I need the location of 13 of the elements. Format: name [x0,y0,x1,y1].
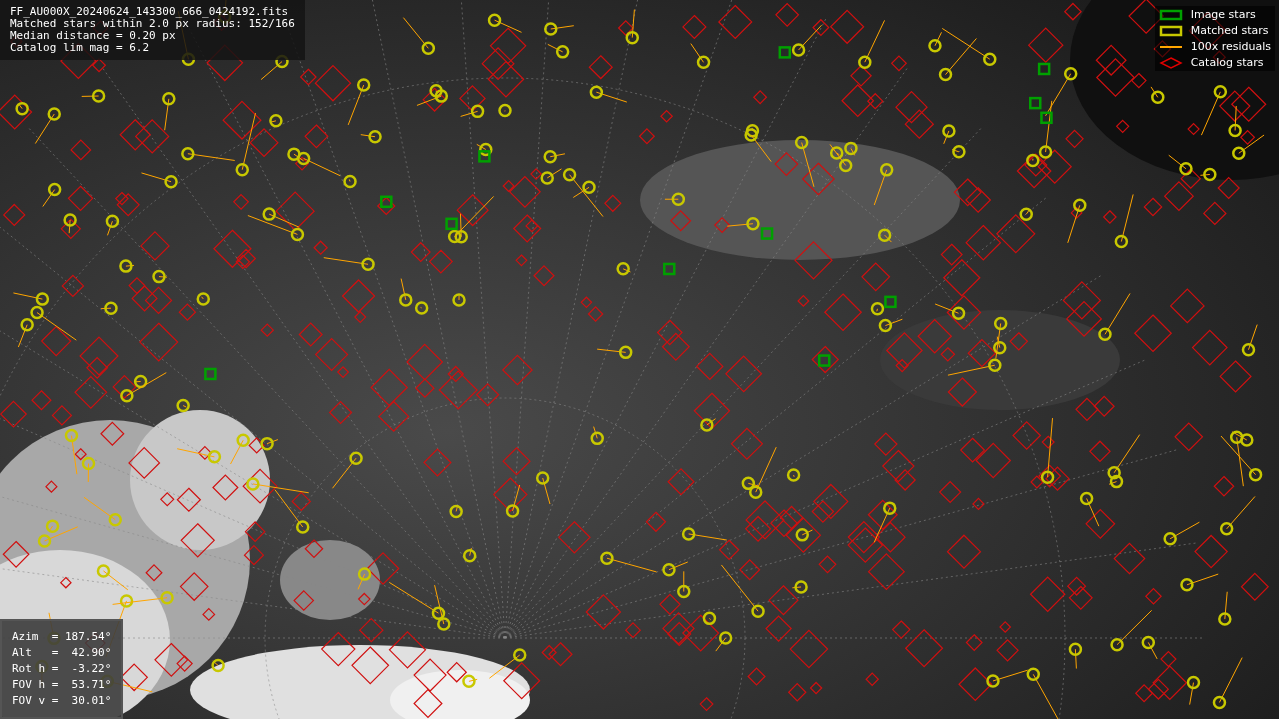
legend-label: Catalog stars [1190,56,1264,69]
legend-label: Matched stars [1190,24,1269,37]
orientation-text: FOV h = 53.71° [12,677,112,693]
info-text: Catalog lim mag = 6.2 [10,42,151,54]
info-text: FF_AU000X_20240624_143300_666_0424192.fits [10,6,290,18]
info-text: Matched stars within 2.0 px radius: 152/166 [10,18,295,30]
orientation-text: Azim = 187.54° [12,629,112,645]
legend-label: 100x residuals [1190,40,1271,53]
legend-label: Image stars [1190,8,1256,21]
orientation-text: FOV v = 30.01° [12,693,112,709]
orientation-text: Alt = 42.90° [12,645,112,661]
orientation-text: Rot h = -3.22° [12,661,112,677]
info-text: Median distance = 0.20 px [10,30,177,42]
